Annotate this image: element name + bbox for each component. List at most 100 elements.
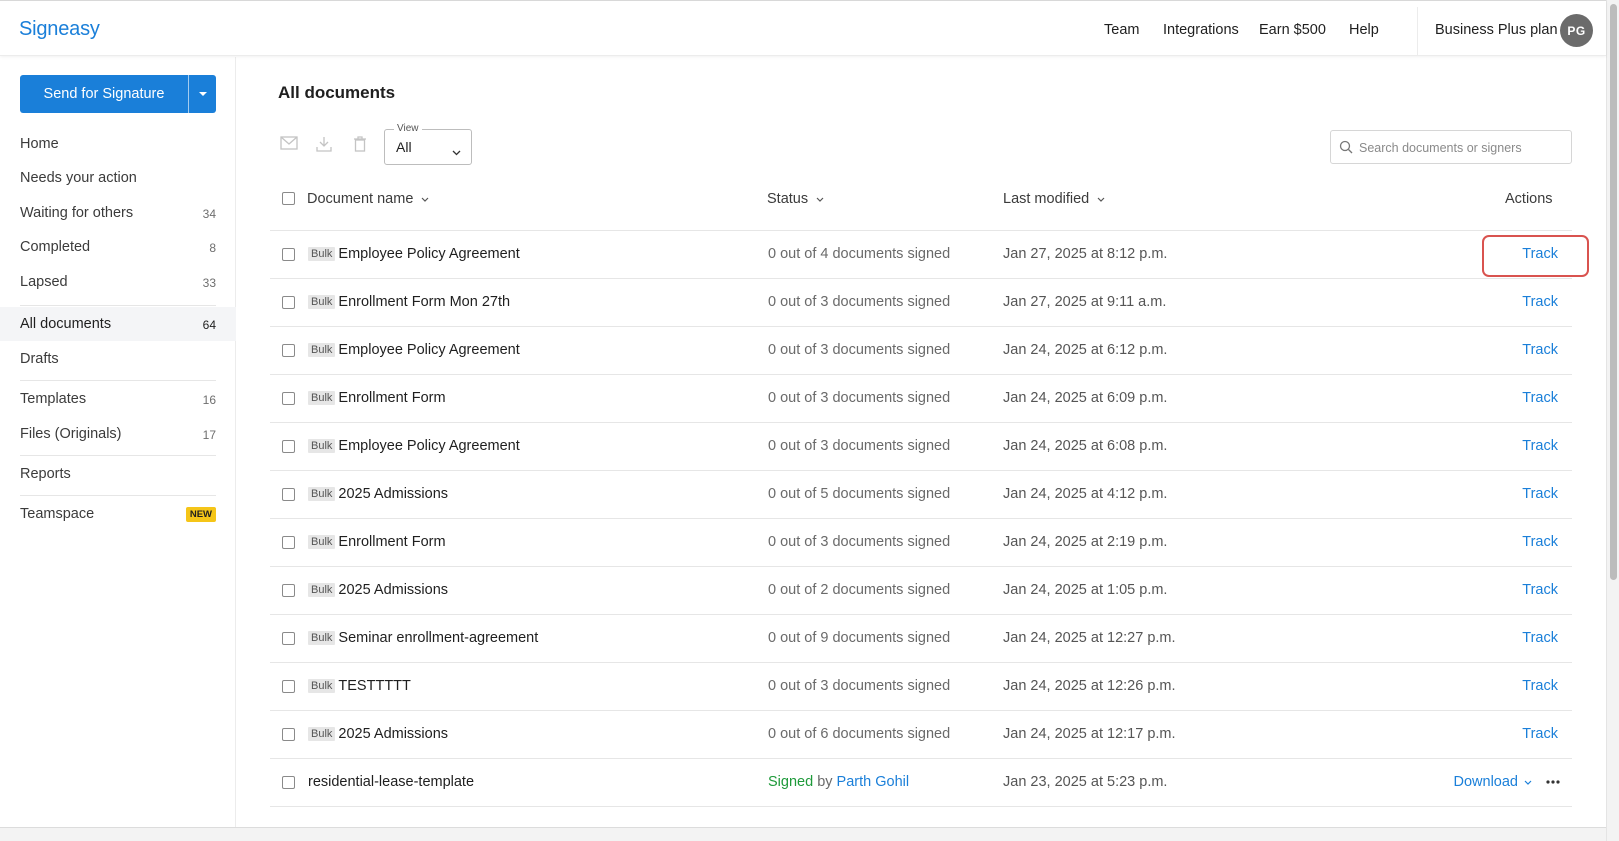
sidebar-item-drafts[interactable]: Drafts: [0, 342, 236, 376]
sidebar-item-home[interactable]: Home: [0, 127, 236, 161]
table-row[interactable]: Bulk Employee Policy Agreement 0 out of 3…: [270, 327, 1572, 375]
sidebar-item-reports[interactable]: Reports: [0, 457, 236, 491]
sidebar-divider: [20, 380, 216, 381]
sidebar-item-count: 64: [202, 318, 216, 332]
table-row[interactable]: Bulk TESTTTTT 0 out of 3 documents signed…: [270, 663, 1572, 711]
sidebar-item-label: Lapsed: [20, 274, 68, 290]
document-name[interactable]: Bulk TESTTTTT: [308, 678, 411, 694]
track-link[interactable]: Track: [1522, 726, 1558, 742]
document-name[interactable]: residential-lease-template: [308, 774, 474, 790]
track-link[interactable]: Track: [1522, 630, 1558, 646]
track-link[interactable]: Track: [1522, 678, 1558, 694]
table-row[interactable]: Bulk 2025 Admissions 0 out of 5 documents…: [270, 471, 1572, 519]
column-label: Document name: [307, 191, 414, 207]
document-name[interactable]: Bulk Enrollment Form Mon 27th: [308, 294, 510, 310]
track-link[interactable]: Track: [1522, 534, 1558, 550]
track-link[interactable]: Track: [1522, 390, 1558, 406]
table-row[interactable]: Bulk Enrollment Form 0 out of 3 documents…: [270, 519, 1572, 567]
document-name[interactable]: Bulk Enrollment Form: [308, 390, 446, 406]
highlight-box: [1482, 235, 1589, 277]
track-link[interactable]: Track: [1522, 294, 1558, 310]
search-input[interactable]: Search documents or signers: [1330, 130, 1572, 164]
sidebar-item-all-documents[interactable]: All documents 64: [0, 307, 236, 341]
trash-icon[interactable]: [353, 136, 367, 155]
document-status: 0 out of 5 documents signed: [768, 486, 951, 502]
table-row[interactable]: Bulk Enrollment Form Mon 27th 0 out of 3 …: [270, 279, 1572, 327]
sidebar-item-teamspace[interactable]: Teamspace NEW: [0, 497, 236, 531]
row-checkbox[interactable]: [282, 440, 295, 453]
download-icon[interactable]: [316, 136, 332, 155]
sidebar-item-label: Reports: [20, 466, 71, 482]
last-modified: Jan 23, 2025 at 5:23 p.m.: [1003, 774, 1168, 790]
row-checkbox[interactable]: [282, 728, 295, 741]
send-for-signature-button[interactable]: Send for Signature: [20, 75, 216, 113]
sidebar-item-needs-your-action[interactable]: Needs your action: [0, 161, 236, 195]
row-checkbox[interactable]: [282, 488, 295, 501]
row-checkbox[interactable]: [282, 248, 295, 261]
document-status: 0 out of 3 documents signed: [768, 438, 951, 454]
bulk-tag: Bulk: [308, 343, 336, 357]
bulk-tag: Bulk: [308, 247, 336, 261]
sidebar-item-files-originals[interactable]: Files (Originals) 17: [0, 417, 236, 451]
chevron-down-icon: [452, 143, 461, 159]
row-checkbox[interactable]: [282, 680, 295, 693]
column-status[interactable]: Status: [767, 191, 824, 207]
nav-integrations[interactable]: Integrations: [1163, 22, 1239, 38]
avatar[interactable]: PG: [1560, 14, 1593, 47]
select-all-checkbox[interactable]: [282, 192, 295, 205]
track-link[interactable]: Track: [1522, 342, 1558, 358]
track-link[interactable]: Track: [1522, 582, 1558, 598]
document-title: 2025 Admissions: [338, 486, 449, 502]
sidebar-item-completed[interactable]: Completed 8: [0, 230, 236, 264]
table-row[interactable]: Bulk 2025 Admissions 0 out of 6 documents…: [270, 711, 1572, 759]
document-name[interactable]: Bulk Employee Policy Agreement: [308, 342, 520, 358]
nav-earn[interactable]: Earn $500: [1259, 22, 1326, 38]
column-document-name[interactable]: Document name: [307, 191, 429, 207]
signer-link[interactable]: Parth Gohil: [837, 774, 910, 790]
sidebar-item-waiting-for-others[interactable]: Waiting for others 34: [0, 196, 236, 230]
row-checkbox[interactable]: [282, 392, 295, 405]
document-name[interactable]: Bulk 2025 Admissions: [308, 726, 448, 742]
document-title: 2025 Admissions: [338, 582, 449, 598]
vertical-scrollbar[interactable]: [1606, 0, 1619, 841]
document-name[interactable]: Bulk Employee Policy Agreement: [308, 246, 520, 262]
view-select[interactable]: View All: [384, 123, 472, 165]
send-options-dropdown[interactable]: [189, 75, 216, 113]
mail-icon[interactable]: [280, 136, 298, 153]
app-logo[interactable]: Signeasy: [19, 18, 100, 41]
account-menu[interactable]: Business Plus plan PG: [1417, 7, 1606, 55]
document-name[interactable]: Bulk Enrollment Form: [308, 534, 446, 550]
table-row[interactable]: residential-lease-template Signed by Par…: [270, 759, 1572, 807]
row-checkbox[interactable]: [282, 776, 295, 789]
last-modified: Jan 24, 2025 at 12:27 p.m.: [1003, 630, 1176, 646]
row-checkbox[interactable]: [282, 584, 295, 597]
track-link[interactable]: Track: [1522, 486, 1558, 502]
more-options-icon[interactable]: [1546, 780, 1560, 784]
table-row[interactable]: Bulk Seminar enrollment-agreement 0 out o…: [270, 615, 1572, 663]
sidebar-item-lapsed[interactable]: Lapsed 33: [0, 265, 236, 299]
table-row[interactable]: Bulk 2025 Admissions 0 out of 2 documents…: [270, 567, 1572, 615]
document-name[interactable]: Bulk Employee Policy Agreement: [308, 438, 520, 454]
track-link[interactable]: Track: [1522, 438, 1558, 454]
row-checkbox[interactable]: [282, 344, 295, 357]
row-checkbox[interactable]: [282, 632, 295, 645]
row-checkbox[interactable]: [282, 536, 295, 549]
sidebar-item-templates[interactable]: Templates 16: [0, 382, 236, 416]
horizontal-scrollbar[interactable]: [0, 827, 1606, 841]
column-last-modified[interactable]: Last modified: [1003, 191, 1105, 207]
download-menu[interactable]: Download: [1454, 774, 1561, 790]
table-row[interactable]: Bulk Enrollment Form 0 out of 3 documents…: [270, 375, 1572, 423]
sidebar-divider: [20, 495, 216, 496]
document-name[interactable]: Bulk 2025 Admissions: [308, 486, 448, 502]
bulk-tag: Bulk: [308, 535, 336, 549]
document-title: Enrollment Form: [338, 390, 446, 406]
document-name[interactable]: Bulk Seminar enrollment-agreement: [308, 630, 538, 646]
table-row[interactable]: Bulk Employee Policy Agreement 0 out of 4…: [270, 231, 1572, 279]
scrollbar-thumb[interactable]: [1610, 4, 1617, 580]
row-checkbox[interactable]: [282, 296, 295, 309]
top-bar: Signeasy Team Integrations Earn $500 Hel…: [0, 0, 1606, 56]
document-name[interactable]: Bulk 2025 Admissions: [308, 582, 448, 598]
nav-help[interactable]: Help: [1349, 22, 1379, 38]
nav-team[interactable]: Team: [1104, 22, 1139, 38]
table-row[interactable]: Bulk Employee Policy Agreement 0 out of 3…: [270, 423, 1572, 471]
